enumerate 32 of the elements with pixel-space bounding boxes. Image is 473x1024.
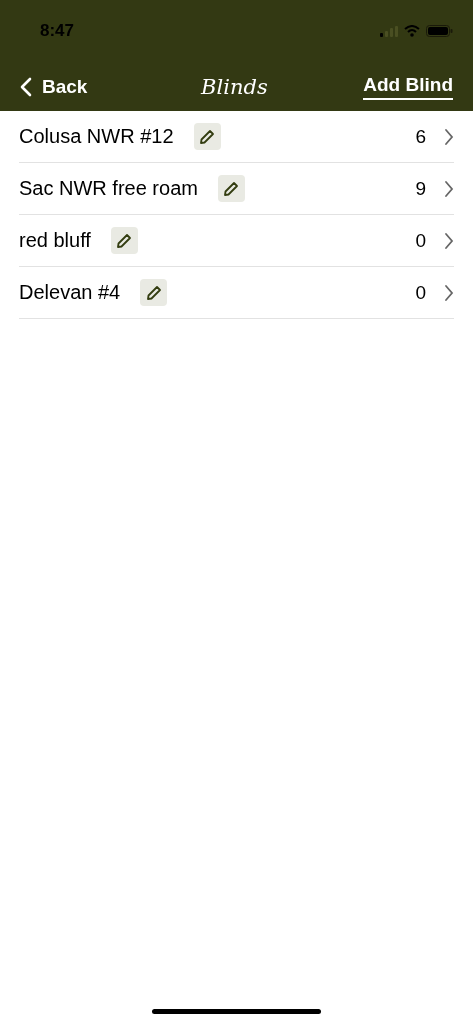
chevron-left-icon bbox=[20, 77, 32, 97]
edit-button[interactable] bbox=[193, 123, 221, 150]
blind-row[interactable]: Sac NWR free roam 9 bbox=[19, 163, 454, 215]
edit-button[interactable] bbox=[140, 279, 168, 306]
blind-name: red bluff bbox=[19, 229, 91, 252]
blind-count: 0 bbox=[415, 229, 426, 252]
blind-count: 6 bbox=[415, 125, 426, 148]
signal-icon bbox=[380, 25, 398, 37]
pencil-icon bbox=[223, 180, 240, 197]
chevron-right-icon bbox=[444, 127, 454, 146]
blind-name: Sac NWR free roam bbox=[19, 177, 198, 200]
pencil-icon bbox=[199, 128, 215, 145]
battery-icon bbox=[426, 25, 453, 37]
pencil-icon bbox=[116, 232, 133, 249]
blind-count: 9 bbox=[415, 177, 426, 200]
chevron-right-icon bbox=[444, 179, 454, 198]
blind-name: Colusa NWR #12 bbox=[19, 125, 174, 148]
chevron-right-icon bbox=[444, 283, 454, 302]
status-time: 8:47 bbox=[40, 21, 75, 41]
screen-title: Blinds bbox=[201, 75, 268, 99]
back-button[interactable]: Back bbox=[20, 76, 88, 98]
blind-count: 0 bbox=[415, 281, 426, 304]
blind-name: Delevan #4 bbox=[19, 281, 121, 304]
wifi-icon bbox=[404, 25, 420, 37]
edit-button[interactable] bbox=[110, 227, 138, 254]
chevron-right-icon bbox=[444, 231, 454, 250]
blind-row[interactable]: Delevan #4 0 bbox=[19, 267, 454, 319]
blind-row[interactable]: red bluff 0 bbox=[19, 215, 454, 267]
pencil-icon bbox=[145, 284, 162, 301]
edit-button[interactable] bbox=[217, 175, 245, 202]
blind-row[interactable]: Colusa NWR #12 6 bbox=[19, 111, 454, 163]
add-blind-link[interactable]: Add Blind bbox=[363, 74, 453, 100]
